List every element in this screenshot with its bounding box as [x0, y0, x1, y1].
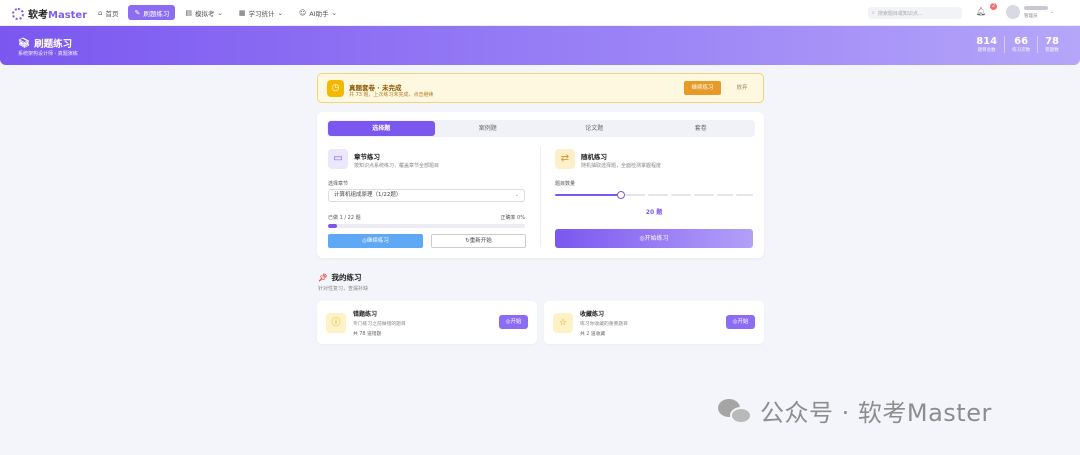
wrong-practice-card[interactable]: ⓘ 错题练习 专门练习之前做错的题目 共 78 道错题 ◎开始: [317, 301, 537, 344]
clock-icon: ◷: [327, 80, 344, 97]
slider-fill: [555, 194, 621, 196]
notification-badge: 2: [990, 3, 997, 10]
slider-step: [671, 194, 691, 196]
page-subtitle: 系统架构设计师 · 真题演练: [18, 51, 78, 57]
stat-total: 814 题目总数: [976, 36, 998, 53]
nav-item-home[interactable]: ⌂ 首页: [92, 5, 124, 20]
reminder-desc: 共 73 题，上次练习未完成，点击继续: [349, 92, 434, 98]
card-title: 错题练习: [353, 311, 378, 318]
stat-sessions: 66 练习次数: [1004, 36, 1037, 53]
chapter-title: 章节练习: [354, 153, 380, 161]
chevron-down-icon: ⌄: [277, 8, 283, 17]
tab-paper[interactable]: 套卷: [648, 121, 755, 136]
reminder-continue-button[interactable]: 继续练习: [684, 81, 721, 95]
pin-icon: 📌︎: [318, 273, 328, 282]
slider-thumb[interactable]: [617, 191, 625, 199]
search-input[interactable]: ⌕ 搜索题目或知识点...: [868, 7, 962, 19]
main-nav: ⌂ 首页 ✎ 刷题练习 ▤ 模拟考 ⌄ ▦ 学习统计 ⌄ ☺ AI助手 ⌄: [92, 5, 343, 20]
start-favorite-button[interactable]: ◎开始: [726, 315, 755, 329]
start-wrong-button[interactable]: ◎开始: [499, 315, 528, 329]
page-title: 📚︎ 刷题练习: [18, 37, 73, 51]
start-practice-button[interactable]: ◎开始练习: [555, 229, 753, 248]
tab-essay[interactable]: 论文题: [541, 121, 648, 136]
slider-step: [625, 194, 645, 196]
card-desc: 专门练习之前做错的题目: [353, 322, 406, 327]
user-role: 管理员: [1024, 14, 1038, 19]
card-desc: 练习你收藏的重要题目: [580, 322, 628, 327]
slider-step: [648, 194, 668, 196]
slider-step: [736, 194, 753, 196]
count-label: 题目数量: [555, 181, 576, 187]
tab-case[interactable]: 案例题: [435, 121, 542, 136]
card-title: 收藏练习: [580, 311, 605, 318]
tab-choice[interactable]: 选择题: [328, 121, 435, 136]
question-type-tabs: 选择题 案例题 论文题 套卷: [327, 120, 755, 137]
random-desc: 随机抽取选择题，全面检测掌握程度: [581, 163, 662, 169]
robot-icon: ☺: [298, 8, 307, 17]
document-icon: ▤: [185, 8, 192, 17]
top-navbar: 软考Master ⌂ 首页 ✎ 刷题练习 ▤ 模拟考 ⌄ ▦ 学习统计 ⌄ ☺ AI助手 ⌄ ⌕…: [0, 0, 1080, 26]
watermark: 公众号 · 软考Master: [718, 393, 992, 428]
slider-step: [694, 194, 714, 196]
star-icon: ☆: [553, 313, 573, 333]
section-title: 📌︎ 我的练习: [318, 273, 362, 282]
alert-circle-icon: ⓘ: [326, 313, 346, 333]
question-count-slider[interactable]: [555, 191, 753, 199]
reminder-giveup-button[interactable]: 放弃: [731, 81, 753, 95]
nav-item-practice[interactable]: ✎ 刷题练习: [128, 5, 176, 20]
books-icon: 📚︎: [18, 37, 31, 49]
accuracy-rate: 正确率 0%: [500, 215, 525, 221]
app-logo[interactable]: 软考Master: [12, 6, 87, 21]
edit-icon: ✎: [134, 8, 141, 17]
chevron-down-icon: ⌄: [217, 8, 223, 17]
chevron-down-icon: ⌄: [331, 8, 338, 17]
chevron-down-icon[interactable]: ⌄: [1050, 9, 1054, 15]
user-name-blurred: [1024, 6, 1048, 10]
shuffle-icon: ⇄: [555, 149, 575, 169]
count-value: 20 题: [645, 209, 663, 216]
folder-icon: ▭: [328, 149, 348, 169]
avatar[interactable]: [1006, 5, 1020, 19]
bell-icon[interactable]: 🔔︎: [976, 7, 986, 16]
logo-icon: [12, 7, 24, 20]
chapter-select-label: 选择章节: [328, 181, 349, 187]
favorite-practice-card[interactable]: ☆ 收藏练习 练习你收藏的重要题目 共 2 道收藏 ◎开始: [544, 301, 764, 344]
card-count: 共 78 道错题: [353, 332, 382, 337]
chapter-select[interactable]: 计算机组成原理（1/22题） ⌄: [328, 189, 525, 202]
restart-button[interactable]: ↻重新开始: [431, 234, 526, 248]
home-icon: ⌂: [98, 8, 103, 17]
nav-item-ai[interactable]: ☺ AI助手 ⌄: [293, 5, 343, 20]
random-title: 随机练习: [581, 153, 607, 161]
nav-item-stats[interactable]: ▦ 学习统计 ⌄: [233, 5, 289, 20]
nav-item-mock-exam[interactable]: ▤ 模拟考 ⌄: [179, 5, 229, 20]
stat-wrong: 78 错题数: [1037, 36, 1066, 53]
wechat-icon: [718, 397, 754, 425]
stats-group: 814 题目总数 66 练习次数 78 错题数: [969, 36, 1066, 53]
watermark-text: 公众号 · 软考Master: [760, 399, 992, 427]
chapter-progress: [328, 224, 525, 228]
chart-icon: ▦: [238, 8, 246, 17]
progress-fill: [328, 224, 337, 228]
chapter-desc: 按知识点系统练习，覆盖章节全部题目: [354, 163, 440, 169]
page-banner: 📚︎ 刷题练习 系统架构设计师 · 真题演练 814 题目总数 66 练习次数 78 错…: [0, 26, 1080, 65]
slider-step: [717, 194, 733, 196]
divider: [540, 147, 541, 247]
done-count: 已做 1 / 22 题: [328, 215, 361, 221]
search-icon: ⌕: [872, 10, 875, 16]
section-subtitle: 针对性复习，查漏补缺: [318, 286, 369, 292]
app-name: 软考Master: [28, 10, 88, 21]
chevron-down-icon: ⌄: [514, 192, 519, 198]
continue-practice-button[interactable]: ◎继续练习: [328, 234, 423, 248]
card-count: 共 2 道收藏: [580, 332, 606, 337]
